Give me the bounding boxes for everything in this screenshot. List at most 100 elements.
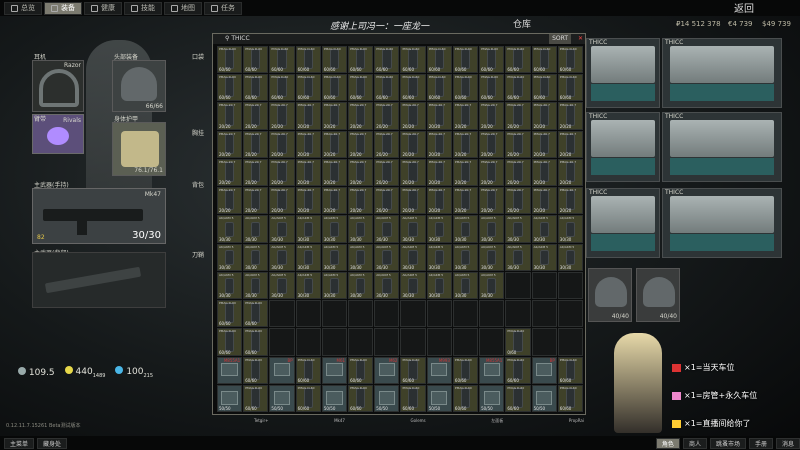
magazine-item[interactable]: 60/60 PMAG D-60	[348, 384, 374, 412]
magazine-item[interactable]: 20/20 PMAG 20 7	[400, 187, 426, 215]
magazine-item[interactable]: 20/20 PMAG 20 7	[217, 130, 243, 158]
ammo-box[interactable]: M855A1	[217, 356, 243, 384]
magazine-item[interactable]: 60/60 PMAG D-60	[243, 74, 269, 102]
ammo-box[interactable]: 50/50	[321, 384, 348, 412]
magazine-item[interactable]: 30/30 AK/AKM 5	[243, 271, 269, 300]
magazine-item[interactable]: 20/20 PMAG 20 7	[374, 130, 400, 158]
magazine-item[interactable]: 20/20 PMAG 20 7	[557, 158, 583, 187]
magazine-item[interactable]: 20/20 PMAG 20 7	[531, 102, 557, 130]
magazine-item[interactable]: 20/20 PMAG 20 7	[374, 102, 400, 130]
magazine-item[interactable]: 60/60 PMAG D-60	[217, 46, 243, 74]
stash-container[interactable]: THICC	[662, 188, 782, 258]
magazine-item[interactable]: 60/60 PMAG D-60	[243, 46, 269, 74]
helmet-slot[interactable]: 66/66	[112, 60, 166, 112]
magazine-item[interactable]: 60/60 PMAG D-60	[452, 356, 479, 384]
empty-cell[interactable]	[531, 271, 557, 300]
magazine-item[interactable]: 30/30 AK/AKM 5	[243, 215, 269, 243]
magazine-item[interactable]: 20/20 PMAG 20 7	[243, 187, 269, 215]
magazine-item[interactable]: 30/30 AK/AKM 5	[321, 271, 348, 300]
magazine-item[interactable]: 20/20 PMAG 20 7	[557, 102, 583, 130]
magazine-item[interactable]: 20/20 PMAG 20 7	[452, 187, 479, 215]
stash-helmet[interactable]: 40/40	[588, 268, 632, 322]
magazine-item[interactable]: 20/20 PMAG 20 7	[348, 130, 374, 158]
magazine-item[interactable]: 30/30 AK/AKM 5	[348, 243, 374, 271]
traders-button[interactable]: 商人	[682, 437, 707, 449]
magazine-item[interactable]: 30/30 AK/AKM 5	[505, 215, 531, 243]
ammo-box[interactable]: 50/50	[217, 384, 243, 412]
magazine-item[interactable]: 30/30 AK/AKM 5	[217, 271, 243, 300]
magazine-item[interactable]: 20/20 PMAG 20 7	[269, 102, 295, 130]
magazine-item[interactable]: 60/60 PMAG D-60	[479, 46, 505, 74]
magazine-item[interactable]: 60/60 PMAG D-60	[505, 356, 531, 384]
magazine-item[interactable]: 60/60 PMAG D-60	[505, 46, 531, 74]
magazine-item[interactable]: 60/60 PMAG D-60	[269, 74, 295, 102]
magazine-item[interactable]: 20/20 PMAG 20 7	[426, 102, 452, 130]
empty-cell[interactable]	[374, 300, 400, 328]
magazine-item[interactable]: 60/60 PMAG D-60	[426, 74, 452, 102]
magazine-item[interactable]: 60/60 PMAG D-60	[557, 74, 583, 102]
empty-cell[interactable]	[348, 328, 374, 356]
tab-tasks[interactable]: 任务	[204, 1, 242, 15]
stash-container[interactable]: THICC	[586, 112, 660, 182]
tab-health[interactable]: 健康	[84, 1, 122, 15]
magazine-item[interactable]: 20/20 PMAG 20 7	[479, 130, 505, 158]
stash-container[interactable]: THICC	[662, 38, 782, 108]
magazine-item[interactable]: 30/30 AK/AKM 5	[348, 215, 374, 243]
tab-map[interactable]: 地图	[164, 1, 202, 15]
magazine-item[interactable]: 60/60 PMAG D-60	[243, 384, 269, 412]
magazine-item[interactable]: 60/60 PMAG D-60	[452, 46, 479, 74]
magazine-item[interactable]: 30/30 AK/AKM 5	[374, 271, 400, 300]
magazine-item[interactable]: 30/30 AK/AKM 5	[217, 215, 243, 243]
magazine-item[interactable]: 30/30 AK/AKM 5	[400, 215, 426, 243]
hideout-button[interactable]: 藏身处	[37, 437, 68, 449]
empty-cell[interactable]	[426, 300, 452, 328]
magazine-item[interactable]: 30/30 AK/AKM 5	[557, 243, 583, 271]
magazine-item[interactable]: 0/60 PMAG D-60	[505, 328, 531, 356]
magazine-item[interactable]: 60/60 PMAG D-60	[452, 74, 479, 102]
magazine-item[interactable]: 20/20 PMAG 20 7	[295, 158, 321, 187]
magazine-item[interactable]: 60/60 PMAG D-60	[531, 46, 557, 74]
ammo-box[interactable]: 50/50	[531, 384, 557, 412]
magazine-item[interactable]: 30/30 AK/AKM 5	[243, 243, 269, 271]
magazine-item[interactable]: 20/20 PMAG 20 7	[426, 130, 452, 158]
empty-cell[interactable]	[505, 300, 531, 328]
magazine-item[interactable]: 20/20 PMAG 20 7	[531, 158, 557, 187]
magazine-item[interactable]: 30/30 AK/AKM 5	[295, 243, 321, 271]
magazine-item[interactable]: 30/30 AK/AKM 5	[426, 271, 452, 300]
empty-cell[interactable]	[452, 328, 479, 356]
main-menu-button[interactable]: 主菜单	[4, 437, 35, 449]
headset-slot[interactable]: Razor	[32, 60, 84, 112]
empty-cell[interactable]	[479, 328, 505, 356]
ammo-box[interactable]: 50/50	[426, 384, 452, 412]
empty-cell[interactable]	[557, 328, 583, 356]
magazine-item[interactable]: 60/60 PMAG D-60	[452, 384, 479, 412]
magazine-item[interactable]: 20/20 PMAG 20 7	[452, 130, 479, 158]
magazine-item[interactable]: 30/30 AK/AKM 5	[426, 243, 452, 271]
magazine-item[interactable]: 20/20 PMAG 20 7	[374, 158, 400, 187]
return-button[interactable]: 返回	[734, 0, 754, 15]
magazine-item[interactable]: 20/20 PMAG 20 7	[400, 102, 426, 130]
empty-cell[interactable]	[400, 300, 426, 328]
magazine-item[interactable]: 60/60 PMAG D-60	[295, 74, 321, 102]
empty-cell[interactable]	[557, 300, 583, 328]
flea-market-button[interactable]: 跳蚤市场	[709, 437, 746, 449]
magazine-item[interactable]: 20/20 PMAG 20 7	[269, 187, 295, 215]
magazine-item[interactable]: 60/60 PMAG D-60	[400, 46, 426, 74]
magazine-item[interactable]: 60/60 PMAG D-60	[217, 300, 243, 328]
magazine-item[interactable]: 20/20 PMAG 20 7	[321, 130, 348, 158]
magazine-item[interactable]: 30/30 AK/AKM 5	[479, 243, 505, 271]
ammo-box[interactable]: BP	[269, 356, 295, 384]
stash-container[interactable]: THICC	[662, 112, 782, 182]
magazine-item[interactable]: 60/60 PMAG D-60	[531, 74, 557, 102]
magazine-item[interactable]: 60/60 PMAG D-60	[505, 74, 531, 102]
magazine-item[interactable]: 60/60 PMAG D-60	[243, 328, 269, 356]
magazine-item[interactable]: 20/20 PMAG 20 7	[348, 187, 374, 215]
tab-gear[interactable]: 装备	[44, 1, 82, 15]
magazine-item[interactable]: 60/60 PMAG D-60	[217, 74, 243, 102]
empty-cell[interactable]	[321, 328, 348, 356]
magazine-item[interactable]: 60/60 PMAG D-60	[321, 74, 348, 102]
primary-weapon-slot[interactable]: Mk47 30/30 82	[32, 188, 166, 244]
magazine-item[interactable]: 60/60 PMAG D-60	[269, 46, 295, 74]
empty-cell[interactable]	[374, 328, 400, 356]
container-window-header[interactable]: ⚲ THICC SORT ✕	[213, 34, 585, 44]
